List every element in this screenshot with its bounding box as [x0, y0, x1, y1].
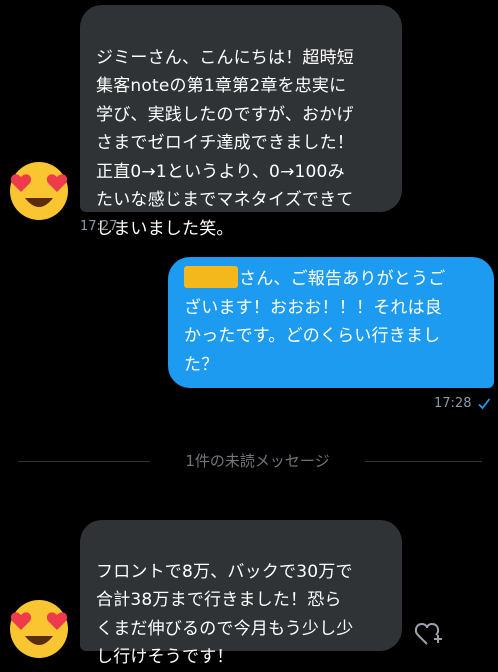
message-text: ジミーさん、こんにちは！超時短 集客noteの第1章第2章を忠実に 学び、実践し…: [96, 47, 354, 239]
outgoing-message-1[interactable]: さん、ご報告ありがとうご ざいます！おおお！！！それは良 かったです。どのくらい…: [168, 257, 494, 388]
redacted-name: [184, 266, 238, 288]
heart-eyes-emoji-icon: [10, 162, 68, 220]
check-icon: [478, 398, 491, 410]
heart-eyes-emoji-icon: [10, 600, 68, 658]
timestamp: 17:28: [434, 396, 472, 411]
incoming-message-2[interactable]: フロントで8万、バックで30万で 合計38万まで行きました！恐ら くまだ伸びるの…: [80, 520, 402, 667]
divider-line: [18, 461, 150, 462]
message-text: フロントで8万、バックで30万で 合計38万まで行きました！恐ら くまだ伸びるの…: [96, 561, 354, 668]
incoming-message-1[interactable]: ジミーさん、こんにちは！超時短 集客noteの第1章第2章を忠実に 学び、実践し…: [80, 5, 402, 239]
unread-divider-label: 1件の未読メッセージ: [185, 452, 330, 470]
heart-plus-icon[interactable]: [414, 620, 444, 648]
divider-line: [365, 461, 482, 462]
timestamp: 17:27: [80, 219, 118, 234]
